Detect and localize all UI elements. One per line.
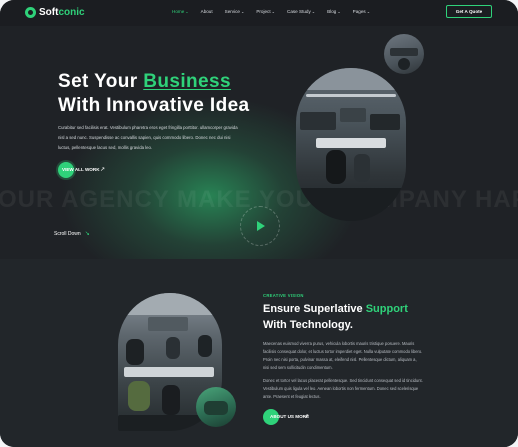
nav-item-about[interactable]: About (201, 9, 213, 14)
view-all-work-label: VIEW ALL WORK (62, 167, 100, 172)
nav-item-service[interactable]: Service⌄ (225, 9, 245, 14)
hero-team-thumbnail (384, 34, 424, 74)
browser-frame: Soft conic Home⌄ About Service⌄ Project⌄… (0, 0, 518, 447)
chevron-down-icon: ⌄ (311, 9, 316, 14)
logo-icon (25, 7, 36, 18)
nav-item-blog[interactable]: Blog⌄ (327, 9, 341, 14)
site-header: Soft conic Home⌄ About Service⌄ Project⌄… (0, 0, 518, 26)
about-paragraph-1: Maecenas euismod viverra purus, vehicula… (263, 341, 423, 370)
brand-logo[interactable]: Soft conic (25, 6, 85, 19)
about-title-pre: Ensure Superlative (263, 303, 366, 315)
about-team-thumbnail (196, 387, 236, 427)
brand-name-part2: conic (58, 7, 85, 18)
chevron-down-icon: ⌄ (240, 9, 245, 14)
brand-name-part1: Soft (39, 7, 59, 18)
about-title-highlight: Support (365, 303, 408, 315)
scroll-down-label: Scroll Down (54, 230, 81, 237)
about-paragraph-2: Donec et tortor vel lacus placerat pelle… (263, 378, 423, 399)
scroll-down-link[interactable]: Scroll Down ↘ (54, 230, 90, 238)
view-all-work-button[interactable]: VIEW ALL WORK ↗ (58, 162, 105, 178)
hero-office-image (296, 68, 406, 221)
nav-item-pages[interactable]: Pages⌄ (353, 9, 370, 14)
watch-video-button[interactable] (240, 206, 280, 246)
hero-section: OUR AGENCY MAKE YOUR COMPANY HAPPYNESS S… (0, 26, 518, 259)
nav-item-home[interactable]: Home⌄ (172, 9, 189, 14)
arrow-up-right-icon: ↗ (100, 167, 106, 173)
arrow-up-right-icon: ↗ (304, 414, 310, 420)
main-nav: Home⌄ About Service⌄ Project⌄ Case Study… (172, 9, 382, 14)
about-us-more-button[interactable]: ABOUT US MORE ↗ (263, 409, 309, 425)
nav-item-project[interactable]: Project⌄ (256, 9, 275, 14)
chevron-down-icon: ⌄ (337, 9, 341, 14)
about-title-line2: With Technology. (263, 319, 353, 331)
nav-item-case-study[interactable]: Case Study⌄ (287, 9, 315, 14)
about-title: Ensure Superlative Support With Technolo… (263, 301, 408, 333)
hero-title-highlight: Business (143, 71, 231, 92)
arrow-down-right-icon: ↘ (84, 231, 90, 237)
chevron-down-icon: ⌄ (185, 9, 189, 14)
get-a-quote-button[interactable]: Get A Quote (446, 5, 492, 18)
hero-title: Set Your Business With Innovative Idea (58, 70, 250, 118)
hero-description: Curabitur sed facilisis erat. Vestibulum… (58, 125, 238, 150)
play-icon (257, 221, 265, 231)
about-section: CREATIVE VISION Ensure Superlative Suppo… (0, 259, 518, 447)
chevron-down-icon: ⌄ (366, 9, 371, 14)
hero-title-pre: Set Your (58, 71, 144, 92)
hero-title-line2: With Innovative Idea (58, 95, 250, 116)
about-eyebrow: CREATIVE VISION (263, 293, 304, 298)
chevron-down-icon: ⌄ (271, 9, 275, 14)
